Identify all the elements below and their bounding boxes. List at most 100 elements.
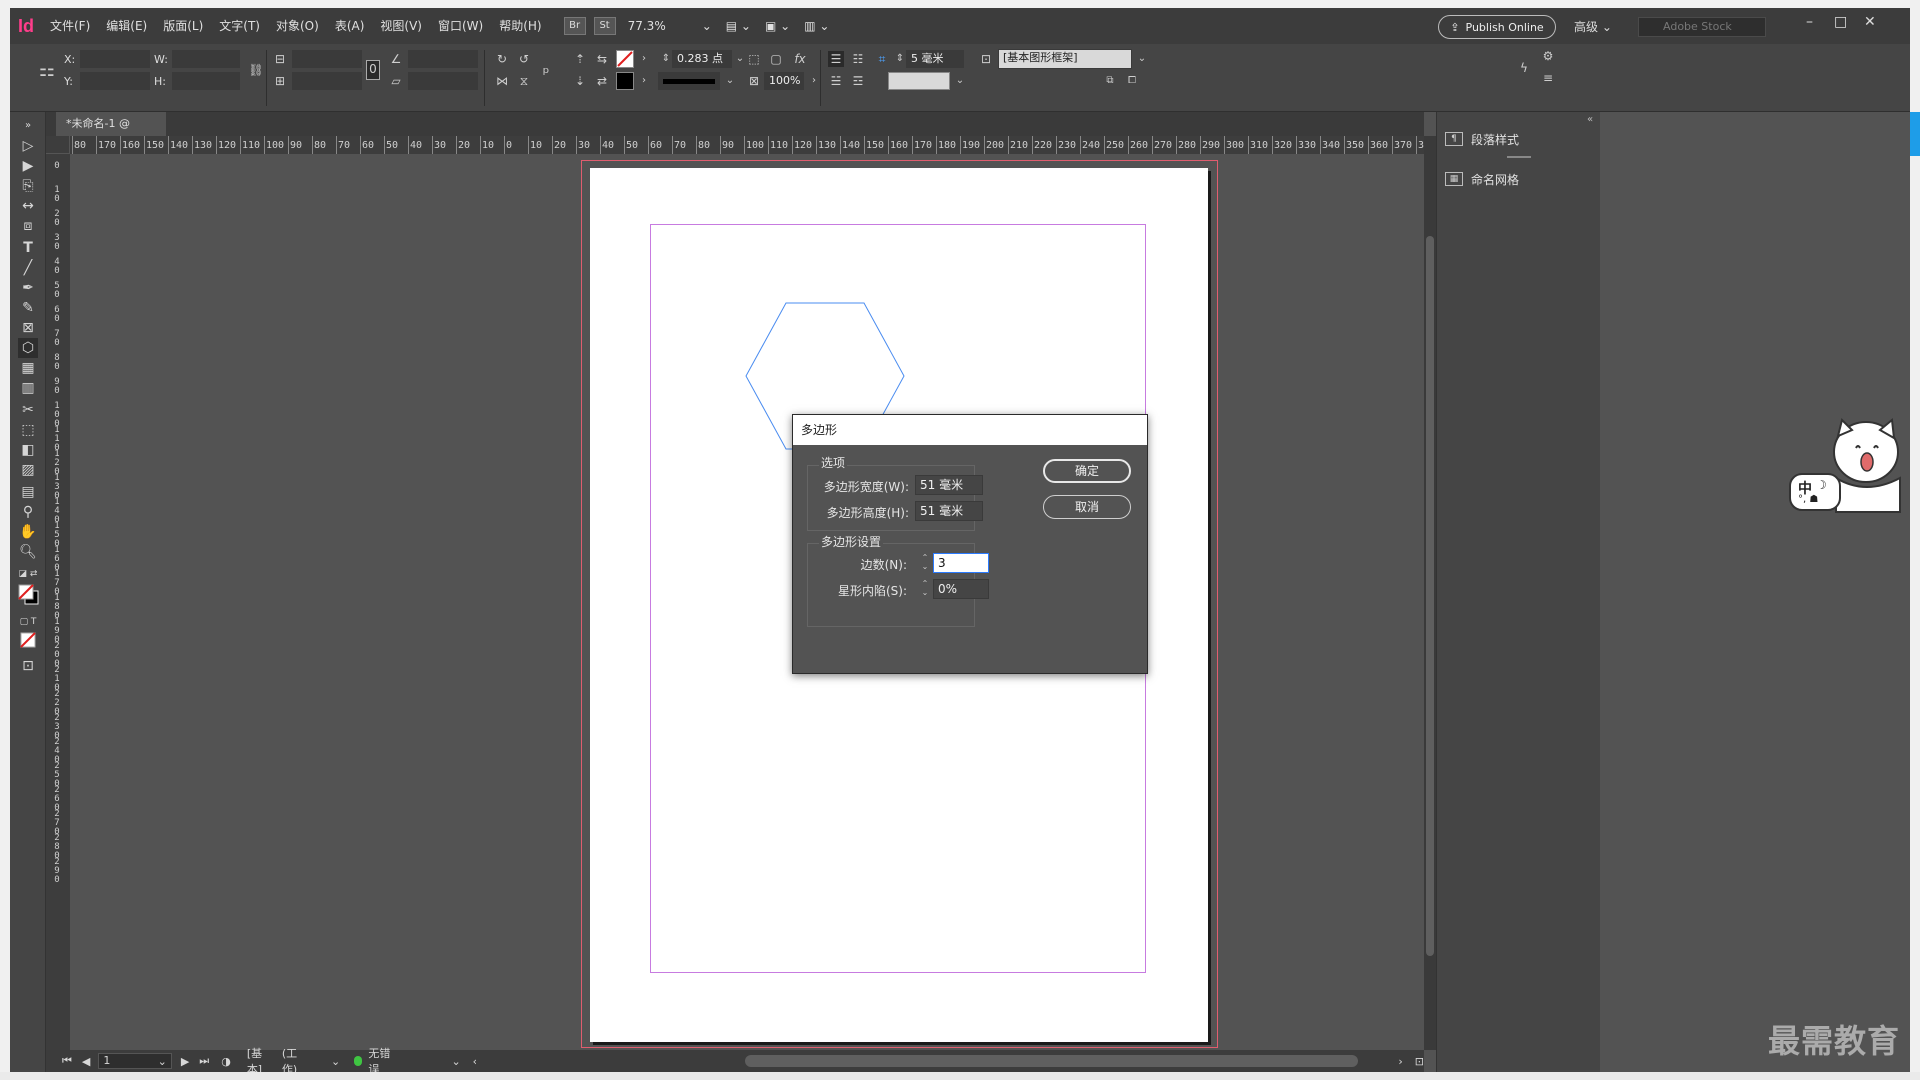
flip-vertical-icon[interactable]: ⧖ bbox=[516, 73, 532, 89]
object-style-dropdown-icon[interactable]: ⌄ bbox=[1134, 51, 1150, 67]
polygon-height-input[interactable]: 51 毫米 bbox=[915, 501, 983, 521]
menu-item[interactable]: 窗口(W) bbox=[430, 8, 491, 44]
gap-tool-icon[interactable]: ↔ bbox=[18, 196, 38, 216]
content-collector-icon[interactable]: ⧈ bbox=[18, 216, 38, 236]
vertical-scrollbar[interactable] bbox=[1424, 136, 1436, 1050]
formatting-affects-icon[interactable]: ▢ T bbox=[18, 612, 38, 632]
publish-online-button[interactable]: ⇪ Publish Online bbox=[1438, 15, 1556, 39]
bridge-button[interactable]: Br bbox=[563, 17, 586, 35]
ime-settings-icon[interactable]: °, ☗ bbox=[1798, 494, 1818, 505]
x-field[interactable] bbox=[80, 50, 150, 68]
select-container-icon[interactable]: ⇡ bbox=[572, 51, 588, 67]
free-transform-tool-icon[interactable]: ⬚ bbox=[18, 420, 38, 440]
table-tool-icon[interactable]: ▦ bbox=[18, 358, 38, 378]
corner-shape-dropdown-icon[interactable]: ⌄ bbox=[952, 73, 968, 89]
scale-y-field[interactable] bbox=[292, 72, 362, 90]
effects-fx-icon[interactable]: fx bbox=[792, 51, 808, 67]
arrange-documents-icon[interactable]: ▥ ⌄ bbox=[804, 19, 829, 33]
gradient-feather-tool-icon[interactable]: ▨ bbox=[18, 460, 38, 480]
fit-window-icon[interactable]: ⊡ bbox=[1415, 1055, 1424, 1068]
menu-item[interactable]: 帮助(H) bbox=[491, 8, 549, 44]
vertical-scrollbar-thumb[interactable] bbox=[1426, 236, 1434, 956]
stroke-type-dropdown-icon[interactable]: ⌄ bbox=[722, 73, 738, 89]
stroke-type-select[interactable] bbox=[658, 72, 720, 90]
menu-item[interactable]: 文字(T) bbox=[211, 8, 268, 44]
close-window-icon[interactable]: ✕ bbox=[1864, 14, 1876, 30]
text-wrap-bounding-icon[interactable]: ☷ bbox=[850, 51, 866, 67]
quick-apply-lightning-icon[interactable]: ϟ bbox=[1516, 60, 1532, 76]
sides-spinner-icon[interactable]: ⌃ ⌄ bbox=[919, 553, 931, 573]
h-field[interactable] bbox=[172, 72, 240, 90]
rotate-cw-icon[interactable]: ↻ bbox=[494, 51, 510, 67]
first-page-icon[interactable]: ⏮ bbox=[62, 1054, 72, 1068]
menu-item[interactable]: 表(A) bbox=[327, 8, 373, 44]
adobe-stock-search-input[interactable]: Adobe Stock bbox=[1638, 17, 1766, 37]
minimize-icon[interactable]: – bbox=[1806, 14, 1813, 30]
menu-item[interactable]: 版面(L) bbox=[155, 8, 211, 44]
eyedropper-tool-icon[interactable]: ⚲ bbox=[18, 502, 38, 522]
polygon-tool-icon[interactable]: ⬡ bbox=[18, 338, 38, 358]
dialog-title[interactable]: 多边形 bbox=[793, 415, 1147, 445]
fill-none-swatch-icon[interactable] bbox=[616, 50, 634, 68]
scissors-tool-icon[interactable]: ✂ bbox=[18, 400, 38, 420]
ok-button[interactable]: 确定 bbox=[1043, 459, 1131, 483]
page-tool-icon[interactable]: ⎘ bbox=[18, 176, 38, 196]
scroll-right-icon[interactable]: › bbox=[1398, 1055, 1402, 1068]
polygon-width-input[interactable]: 51 毫米 bbox=[915, 475, 983, 495]
sides-input[interactable]: 3 bbox=[933, 553, 989, 573]
preflight-label[interactable]: 无错误 bbox=[368, 1045, 395, 1072]
stock-button[interactable]: St bbox=[593, 17, 616, 35]
paragraph-styles-panel[interactable]: ¶ 段落样式 bbox=[1445, 124, 1595, 154]
corner-size-field[interactable]: 5 毫米 bbox=[906, 50, 964, 68]
select-previous-icon[interactable]: ⇆ bbox=[594, 51, 610, 67]
select-next-icon[interactable]: ⇣ bbox=[572, 73, 588, 89]
default-fill-stroke-icon[interactable]: ◪ ⇄ bbox=[18, 564, 38, 584]
screen-mode-tool-icon[interactable]: ⊡ bbox=[18, 656, 38, 676]
hand-tool-icon[interactable]: ✋ bbox=[18, 522, 38, 542]
type-tool-icon[interactable]: T bbox=[18, 238, 38, 258]
text-wrap-shape-icon[interactable]: ☱ bbox=[828, 73, 844, 89]
star-inset-input[interactable]: 0% bbox=[933, 579, 989, 599]
scale-x-field[interactable] bbox=[292, 50, 362, 68]
menu-item[interactable]: 编辑(E) bbox=[98, 8, 155, 44]
corner-shape-select[interactable] bbox=[888, 72, 950, 90]
object-style-select[interactable]: [基本图形框架] bbox=[998, 49, 1132, 69]
cancel-button[interactable]: 取消 bbox=[1043, 495, 1131, 519]
view-options-icon[interactable]: ▤ ⌄ bbox=[726, 19, 751, 33]
text-wrap-none-icon[interactable]: ☰ bbox=[828, 51, 844, 67]
clear-object-style-icon[interactable]: ⧠ bbox=[1124, 73, 1140, 89]
pencil-tool-icon[interactable]: ✎ bbox=[18, 298, 38, 318]
grid-tool-icon[interactable]: ▥ bbox=[18, 378, 38, 398]
clear-overrides-icon[interactable]: ⧉ bbox=[1102, 73, 1118, 89]
select-content-icon[interactable]: ₚ bbox=[538, 60, 554, 76]
stroke-weight-field[interactable]: 0.283 点 bbox=[672, 50, 732, 68]
collapse-toolbar-icon[interactable]: » bbox=[18, 116, 38, 136]
apply-none-icon[interactable] bbox=[18, 632, 38, 652]
workspace-switcher[interactable]: 高级 ⌄ bbox=[1574, 18, 1612, 35]
horizontal-scrollbar-thumb[interactable] bbox=[745, 1055, 1359, 1067]
inset-spinner-icon[interactable]: ⌃ ⌄ bbox=[919, 579, 931, 599]
y-field[interactable] bbox=[80, 72, 150, 90]
panel-settings-gear-icon[interactable]: ⚙ bbox=[1540, 48, 1556, 64]
maximize-icon[interactable]: □ bbox=[1834, 14, 1847, 30]
open-page-icon[interactable]: ◑ bbox=[221, 1055, 231, 1068]
reference-point-icon[interactable]: ⚏ bbox=[34, 58, 60, 84]
pen-tool-icon[interactable]: ✒ bbox=[18, 278, 38, 298]
note-tool-icon[interactable]: ▤ bbox=[18, 482, 38, 502]
flip-horizontal-icon[interactable]: ⋈ bbox=[494, 73, 510, 89]
page-dropdown-chevron-icon[interactable]: ⌄ bbox=[158, 1055, 167, 1068]
text-wrap-jump-icon[interactable]: ☲ bbox=[850, 73, 866, 89]
constrain-proportions-icon[interactable]: ⛓ bbox=[248, 62, 264, 78]
selection-tool-icon[interactable]: ▷ bbox=[18, 136, 38, 156]
ime-punctuation-icon[interactable]: ☽ bbox=[1816, 478, 1827, 492]
menu-item[interactable]: 对象(O) bbox=[268, 8, 327, 44]
w-field[interactable] bbox=[172, 50, 240, 68]
stroke-dropdown-icon[interactable]: › bbox=[636, 73, 652, 89]
menu-item[interactable]: 视图(V) bbox=[372, 8, 430, 44]
scroll-left-icon[interactable]: ‹ bbox=[473, 1055, 477, 1068]
vertical-ruler[interactable]: 0102030405060708090100110120130140150160… bbox=[46, 154, 70, 1050]
horizontal-ruler[interactable]: 80 170 160 150 140 130 120 110 100 90 80 70 60 50 40 30… bbox=[70, 136, 1424, 154]
menu-item[interactable]: 文件(F) bbox=[42, 8, 98, 44]
frame-fitting-icon[interactable]: ⬚ bbox=[746, 51, 762, 67]
rotate-ccw-icon[interactable]: ↺ bbox=[516, 51, 532, 67]
